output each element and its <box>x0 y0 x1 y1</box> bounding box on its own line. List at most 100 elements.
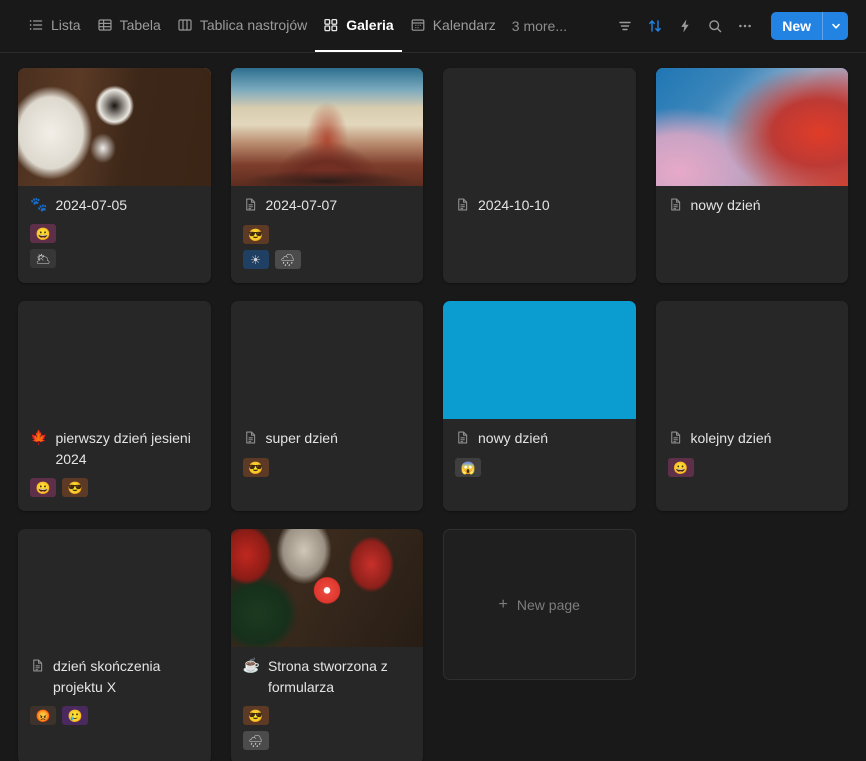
card-body: 🐾 2024-07-05 😀 🌥 <box>18 186 211 282</box>
card-title: kolejny dzień <box>690 430 772 446</box>
automation-lightning-icon[interactable] <box>671 12 699 40</box>
tab-galeria[interactable]: Galeria <box>315 0 402 52</box>
card-title-row: nowy dzień <box>455 428 624 450</box>
card-body: super dzień 😎 <box>231 419 424 491</box>
tag-rain-cloud[interactable]: 🌧 <box>274 250 301 269</box>
card-cover-placeholder <box>655 301 848 419</box>
card-title: 2024-07-05 <box>55 197 128 213</box>
tab-tablica-nastroj-w[interactable]: Tablica nastrojów <box>169 0 315 52</box>
gallery-card[interactable]: dzień skończenia projektu X 😡 🥲 <box>18 529 211 761</box>
tag-sunglasses-face[interactable]: 😎 <box>242 706 269 725</box>
gallery-card[interactable]: 2024-07-07 😎 ☀ 🌧 <box>230 68 424 283</box>
table-icon <box>97 17 113 33</box>
gallery-card[interactable]: ☕ Strona stworzona z formularza 😎 🌧 <box>230 529 424 761</box>
card-tag-group: 😡 🥲 <box>30 706 199 725</box>
document-icon <box>455 430 470 450</box>
tag-sad-face[interactable]: 🥲 <box>62 706 88 725</box>
toolbar-actions: New <box>611 12 848 40</box>
tag-sunglasses-face[interactable]: 😎 <box>62 478 88 497</box>
gallery-card[interactable]: kolejny dzień 😀 <box>655 301 849 511</box>
tab-label: Galeria <box>346 17 394 33</box>
card-title-row: ☕ Strona stworzona z formularza <box>243 656 412 698</box>
card-title-row: kolejny dzień <box>668 428 837 450</box>
gallery-card[interactable]: 2024-10-10 <box>443 68 636 283</box>
new-page-card[interactable]: + New page <box>443 529 636 680</box>
board-icon <box>177 17 193 33</box>
card-title: 2024-07-07 <box>265 197 338 213</box>
card-cover-image <box>230 529 423 647</box>
card-cover-image <box>230 68 423 186</box>
card-tag-row: 🌧 <box>242 731 412 750</box>
card-title-row: super dzień <box>243 428 412 450</box>
card-body: 2024-07-07 😎 ☀ 🌧 <box>231 186 424 283</box>
tag-grinning-face[interactable]: 😀 <box>667 458 694 477</box>
gallery-card[interactable]: 🍁 pierwszy dzień jesieni 2024 😀 😎 <box>18 301 211 511</box>
card-tag-group: 😀 😎 <box>30 478 199 497</box>
paw-prints-emoji: 🐾 <box>30 196 48 212</box>
calendar-icon <box>410 17 426 33</box>
coffee-emoji: ☕ <box>242 657 260 673</box>
card-tag-group: 😀 <box>667 458 837 477</box>
tag-sunglasses-face[interactable]: 😎 <box>242 458 269 477</box>
document-icon <box>455 197 470 217</box>
card-title: 2024-10-10 <box>478 197 550 213</box>
document-icon <box>668 197 683 217</box>
tab-tabela[interactable]: Tabela <box>89 0 169 52</box>
card-tag-row: 😱 <box>455 458 624 477</box>
list-icon <box>28 17 44 33</box>
document-icon <box>668 430 683 450</box>
tag-rain-cloud[interactable]: 🌧 <box>242 731 269 750</box>
card-body: nowy dzień 😱 <box>443 419 636 491</box>
card-tag-row: 😀 😎 <box>30 478 199 497</box>
card-body: dzień skończenia projektu X 😡 🥲 <box>18 647 211 739</box>
card-cover-image <box>655 68 848 186</box>
tag-angry-face[interactable]: 😡 <box>30 706 56 725</box>
card-body: 2024-10-10 <box>443 186 636 231</box>
gallery-card[interactable]: super dzień 😎 <box>230 301 424 511</box>
tab-label: Tablica nastrojów <box>199 17 308 33</box>
card-title-row: nowy dzień <box>668 195 837 217</box>
tab-label: Kalendarz <box>432 17 496 33</box>
view-tab-list: Lista Tabela Tablica nastrojów Galeria Kalen… <box>20 0 611 52</box>
new-button[interactable]: New <box>771 12 822 40</box>
tab-lista[interactable]: Lista <box>20 0 89 52</box>
maple-leaf-emoji: 🍁 <box>30 429 48 445</box>
gallery-card[interactable]: 🐾 2024-07-05 😀 🌥 <box>18 68 211 283</box>
card-tag-group: 😎 <box>242 458 412 477</box>
tag-sunglasses-face[interactable]: 😎 <box>242 225 269 244</box>
search-icon[interactable] <box>701 12 729 40</box>
card-tag-group: 😎 🌧 <box>242 706 412 750</box>
sort-icon[interactable] <box>641 12 669 40</box>
gallery-card[interactable]: nowy dzień <box>655 68 848 283</box>
document-icon <box>243 197 258 217</box>
card-cover-image <box>18 68 211 186</box>
card-body: 🍁 pierwszy dzień jesieni 2024 😀 😎 <box>18 419 211 511</box>
new-page-label: New page <box>516 596 580 613</box>
gallery-card[interactable]: nowy dzień 😱 <box>443 301 636 511</box>
new-button-chevron-down-icon[interactable] <box>823 12 848 40</box>
card-title: nowy dzień <box>690 197 761 213</box>
card-cover-placeholder <box>230 301 423 419</box>
card-body: kolejny dzień 😀 <box>656 419 849 491</box>
more-options-icon[interactable] <box>731 12 759 40</box>
tag-sun-behind-cloud[interactable]: 🌥 <box>30 249 56 268</box>
card-title: dzień skończenia projektu X <box>53 658 161 695</box>
card-tag-row: ☀ 🌧 <box>242 250 412 269</box>
tag-grinning-face[interactable]: 😀 <box>30 478 56 497</box>
tab-kalendarz[interactable]: Kalendarz <box>402 0 504 52</box>
document-icon <box>30 658 45 678</box>
filter-icon[interactable] <box>611 12 639 40</box>
card-cover-placeholder <box>18 529 211 647</box>
card-title-row: 🍁 pierwszy dzień jesieni 2024 <box>30 428 199 470</box>
tag-sun[interactable]: ☀ <box>242 250 269 269</box>
tag-screaming-face[interactable]: 😱 <box>455 458 481 477</box>
card-cover-image <box>443 301 636 419</box>
card-tag-row: 😎 <box>242 458 412 477</box>
card-tag-group: 😎 ☀ 🌧 <box>242 225 412 269</box>
new-button-group: New <box>771 12 848 40</box>
card-body: ☕ Strona stworzona z formularza 😎 🌧 <box>231 647 424 761</box>
more-views-button[interactable]: 3 more... <box>504 18 575 34</box>
card-tag-group: 😀 🌥 <box>30 224 199 268</box>
tag-grinning-face[interactable]: 😀 <box>30 224 56 243</box>
card-title: Strona stworzona z formularza <box>267 658 388 695</box>
